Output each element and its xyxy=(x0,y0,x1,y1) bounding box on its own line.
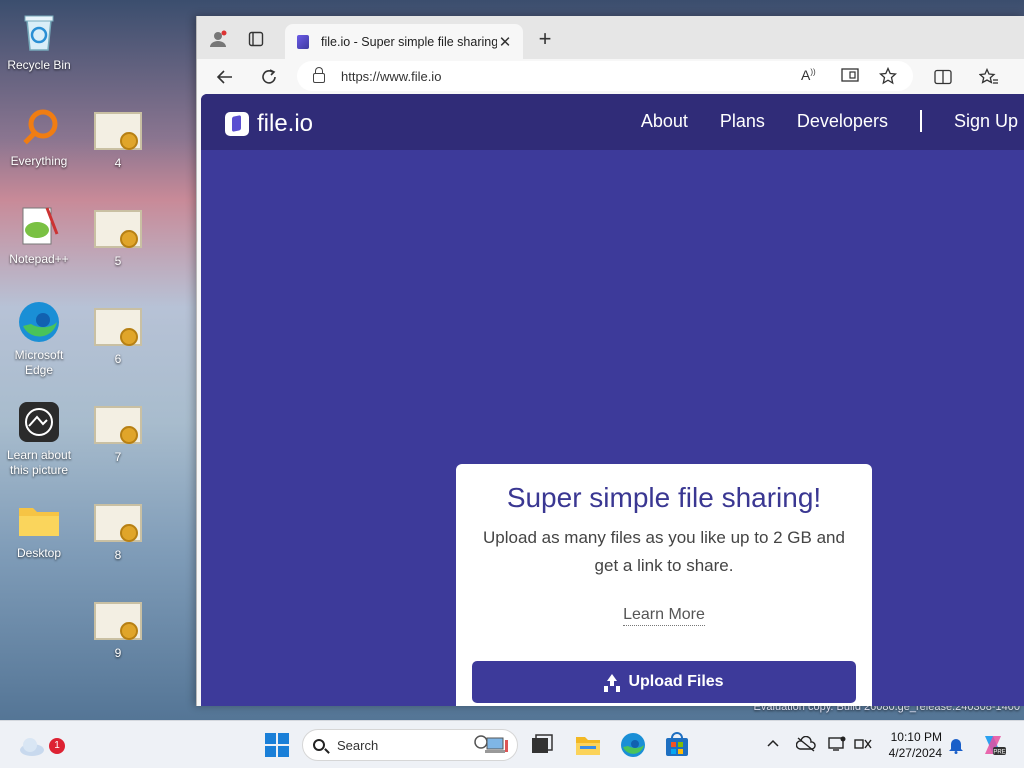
file-label: 8 xyxy=(114,548,122,562)
clock-time: 10:10 PM xyxy=(890,730,942,744)
favorites-icon[interactable] xyxy=(975,63,1003,91)
start-icon[interactable] xyxy=(263,731,291,759)
nav-about[interactable]: About xyxy=(641,111,688,132)
nav-divider xyxy=(919,110,922,132)
network-volume-icon[interactable] xyxy=(854,736,872,755)
site-header: file.io About Plans Developers Sign Up xyxy=(201,94,1024,150)
task-view-icon[interactable] xyxy=(528,731,556,759)
nav-plans[interactable]: Plans xyxy=(720,111,765,132)
star-icon[interactable] xyxy=(878,66,898,88)
camera-icon xyxy=(17,400,61,444)
file-label: 5 xyxy=(114,254,122,268)
upload-icon xyxy=(604,674,620,690)
subtext: Upload as many files as you like up to 2… xyxy=(483,528,845,575)
notification-badge: 1 xyxy=(49,738,65,754)
address-url: https://www.file.io xyxy=(341,68,442,84)
navigation-bar: https://www.file.io A)) xyxy=(197,59,1024,94)
desktop-icon-label: Learn about this picture xyxy=(6,448,72,477)
upload-card: Super simple file sharing! Upload as man… xyxy=(456,464,872,706)
search-icon xyxy=(313,739,325,751)
cert-file-icon[interactable] xyxy=(94,112,142,150)
upload-files-button[interactable]: Upload Files xyxy=(472,661,856,703)
nav-developers[interactable]: Developers xyxy=(797,111,888,132)
fileio-page: file.io About Plans Developers Sign Up S… xyxy=(201,94,1024,706)
new-tab-icon[interactable]: + xyxy=(533,26,557,52)
copilot-icon[interactable]: PRE xyxy=(980,732,1006,761)
learn-picture-shortcut[interactable]: Learn about this picture xyxy=(1,400,77,478)
site-nav: About Plans Developers Sign Up xyxy=(641,110,1024,132)
fileio-logo[interactable]: file.io xyxy=(225,110,313,138)
refresh-icon[interactable] xyxy=(255,63,283,91)
profile-icon[interactable] xyxy=(205,26,231,52)
file-label: 6 xyxy=(114,352,122,366)
desktop-folder-shortcut[interactable]: Desktop xyxy=(1,498,77,561)
fileio-favicon-icon xyxy=(297,34,309,49)
fileio-logo-icon xyxy=(225,112,249,136)
search-placeholder: Search xyxy=(337,737,379,753)
desktop-icon-label: Notepad++ xyxy=(9,252,69,266)
notepadpp-shortcut[interactable]: Notepad++ xyxy=(1,204,77,267)
read-aloud-icon[interactable]: A)) xyxy=(801,67,816,83)
taskbar-search[interactable]: Search xyxy=(302,729,518,761)
tab-bar: file.io - Super simple file sharing ✕ + xyxy=(197,16,1024,59)
chevron-up-icon[interactable] xyxy=(766,736,780,753)
edge-shortcut[interactable]: Microsoft Edge xyxy=(1,300,77,378)
file-label: 7 xyxy=(114,450,122,464)
recycle-bin-icon xyxy=(17,10,61,54)
desktop-icon-label: Microsoft Edge xyxy=(14,348,64,377)
headline: Super simple file sharing! xyxy=(506,482,822,513)
desktop-icon-label: Recycle Bin xyxy=(7,58,71,72)
onedrive-offline-icon[interactable] xyxy=(795,735,816,755)
close-tab-icon[interactable]: ✕ xyxy=(497,33,513,51)
clock-date: 4/27/2024 xyxy=(888,746,942,760)
store-icon[interactable] xyxy=(663,731,691,759)
split-screen-icon[interactable] xyxy=(929,63,957,91)
nav-signup[interactable]: Sign Up xyxy=(954,111,1018,132)
tab-actions-icon[interactable] xyxy=(243,26,269,52)
search-magnifier-icon xyxy=(17,106,61,150)
weather-widget[interactable]: 1 xyxy=(18,731,65,759)
lock-icon[interactable] xyxy=(313,67,325,83)
everything-shortcut[interactable]: Everything xyxy=(1,106,77,169)
desktop-icon-label: Everything xyxy=(10,154,68,168)
edge-icon xyxy=(17,300,61,344)
browser-tab-active[interactable]: file.io - Super simple file sharing ✕ xyxy=(285,24,523,59)
tab-title: file.io - Super simple file sharing xyxy=(321,34,497,49)
desktop-icon-label: Desktop xyxy=(16,546,62,560)
folder-icon xyxy=(17,498,61,542)
edge-taskbar-icon[interactable] xyxy=(619,731,647,759)
upload-button-label: Upload Files xyxy=(628,673,724,690)
system-clock[interactable]: 10:10 PM 4/27/2024 xyxy=(889,729,942,761)
file-label: 9 xyxy=(114,646,122,660)
cert-file-icon[interactable] xyxy=(94,602,142,640)
learn-more-link[interactable]: Learn More xyxy=(623,606,705,626)
notepadpp-icon xyxy=(17,204,61,248)
address-bar[interactable]: https://www.file.io A)) xyxy=(297,61,913,91)
cert-file-icon[interactable] xyxy=(94,406,142,444)
edge-browser-window: file.io - Super simple file sharing ✕ + … xyxy=(196,16,1024,706)
search-highlight-icon xyxy=(473,734,511,759)
cert-file-icon[interactable] xyxy=(94,308,142,346)
taskbar: 1 Search 10:10 PM 4/27/2024 PRE xyxy=(0,720,1024,768)
file-label: 4 xyxy=(114,156,122,170)
logo-text: file.io xyxy=(257,110,314,137)
bell-icon[interactable] xyxy=(948,736,964,757)
file-explorer-icon[interactable] xyxy=(574,731,602,759)
cert-file-icon[interactable] xyxy=(94,504,142,542)
cert-file-icon[interactable] xyxy=(94,210,142,248)
svg-text:PRE: PRE xyxy=(993,750,1005,756)
display-icon[interactable] xyxy=(828,736,846,755)
back-arrow-icon[interactable] xyxy=(211,63,239,91)
recycle-bin-shortcut[interactable]: Recycle Bin xyxy=(1,10,77,73)
app-view-icon[interactable] xyxy=(841,67,859,86)
